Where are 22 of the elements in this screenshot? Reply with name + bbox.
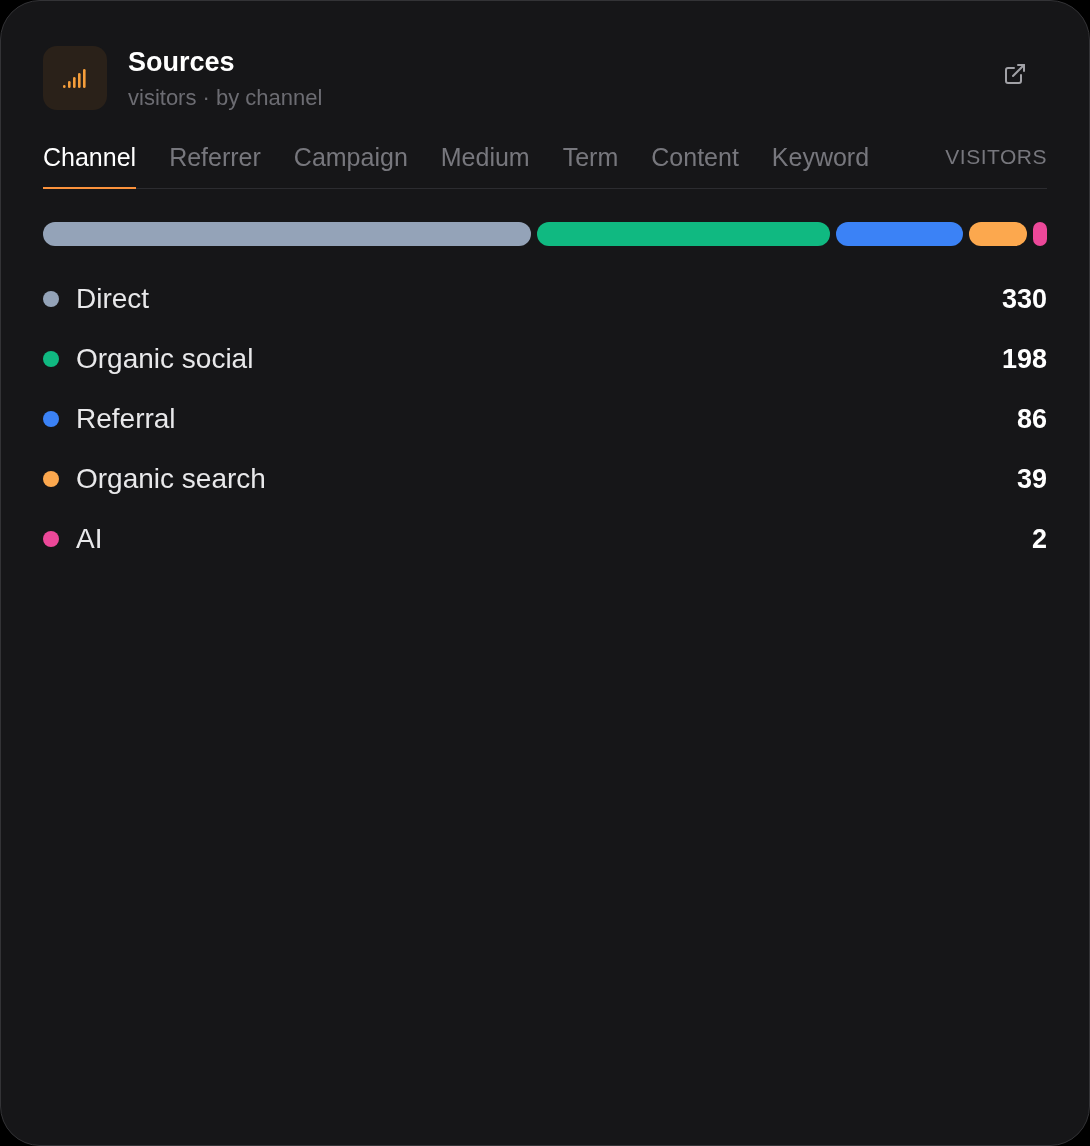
channel-name: Organic search	[76, 462, 266, 496]
visitor-count: 39	[1016, 463, 1047, 496]
tab[interactable]: Term	[562, 142, 619, 189]
channel-name: Organic social	[76, 342, 254, 376]
tab[interactable]: Referrer	[169, 142, 261, 189]
signal-bars-icon	[63, 68, 87, 88]
tab[interactable]: Content	[651, 142, 739, 189]
channel-name: Referral	[76, 402, 176, 436]
column-header: VISITORS	[945, 144, 1047, 170]
external-link-icon	[1003, 62, 1027, 86]
visitor-count: 198	[1001, 343, 1047, 376]
panel-title: Sources	[128, 46, 236, 78]
channel-name: AI	[76, 522, 103, 556]
visitor-count: 2	[1031, 523, 1047, 556]
tab[interactable]: Medium	[440, 142, 530, 189]
visitor-count: 86	[1016, 403, 1047, 436]
tab[interactable]: Keyword	[771, 142, 870, 189]
panel-subtitle: visitors · by channel	[128, 85, 324, 111]
tab[interactable]: Campaign	[293, 142, 408, 189]
visitor-count: 330	[1001, 283, 1047, 316]
channel-name: Direct	[76, 282, 150, 316]
tab[interactable]: Channel	[43, 142, 137, 189]
